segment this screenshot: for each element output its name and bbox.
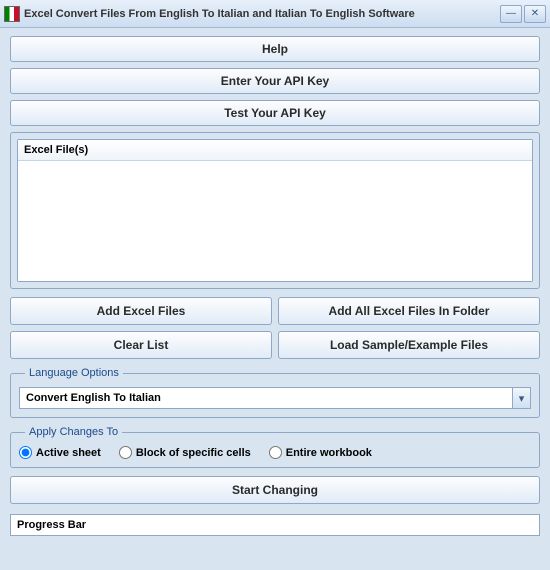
help-button[interactable]: Help — [10, 36, 540, 62]
test-api-key-button[interactable]: Test Your API Key — [10, 100, 540, 126]
radio-entire-workbook-input[interactable] — [269, 446, 282, 459]
file-list[interactable]: Excel File(s) — [17, 139, 533, 282]
add-excel-files-button[interactable]: Add Excel Files — [10, 297, 272, 325]
file-buttons-grid: Add Excel Files Add All Excel Files In F… — [10, 297, 540, 359]
radio-block-cells-input[interactable] — [119, 446, 132, 459]
titlebar: Excel Convert Files From English To Ital… — [0, 0, 550, 28]
language-select[interactable]: Convert English To Italian ▾ — [19, 387, 531, 409]
content-area: Help Enter Your API Key Test Your API Ke… — [0, 28, 550, 544]
app-icon — [4, 6, 20, 22]
chevron-down-icon: ▾ — [512, 388, 530, 408]
file-list-body[interactable] — [18, 161, 532, 281]
load-sample-button[interactable]: Load Sample/Example Files — [278, 331, 540, 359]
apply-radio-group: Active sheet Block of specific cells Ent… — [19, 446, 531, 459]
radio-block-cells[interactable]: Block of specific cells — [119, 446, 251, 459]
radio-block-cells-label: Block of specific cells — [136, 447, 251, 459]
radio-active-sheet-input[interactable] — [19, 446, 32, 459]
language-options-legend: Language Options — [25, 367, 123, 379]
clear-list-button[interactable]: Clear List — [10, 331, 272, 359]
language-select-value: Convert English To Italian — [20, 392, 512, 404]
radio-entire-workbook[interactable]: Entire workbook — [269, 446, 372, 459]
enter-api-key-button[interactable]: Enter Your API Key — [10, 68, 540, 94]
start-changing-button[interactable]: Start Changing — [10, 476, 540, 504]
close-button[interactable]: ✕ — [524, 5, 546, 23]
minimize-button[interactable]: — — [500, 5, 522, 23]
apply-changes-fieldset: Apply Changes To Active sheet Block of s… — [10, 426, 540, 468]
radio-active-sheet-label: Active sheet — [36, 447, 101, 459]
window-title: Excel Convert Files From English To Ital… — [24, 8, 498, 20]
file-list-panel: Excel File(s) — [10, 132, 540, 289]
add-folder-button[interactable]: Add All Excel Files In Folder — [278, 297, 540, 325]
apply-changes-legend: Apply Changes To — [25, 426, 122, 438]
file-list-header: Excel File(s) — [18, 140, 532, 161]
progress-bar-label: Progress Bar — [17, 519, 86, 531]
radio-entire-workbook-label: Entire workbook — [286, 447, 372, 459]
progress-bar: Progress Bar — [10, 514, 540, 536]
radio-active-sheet[interactable]: Active sheet — [19, 446, 101, 459]
language-options-fieldset: Language Options Convert English To Ital… — [10, 367, 540, 418]
